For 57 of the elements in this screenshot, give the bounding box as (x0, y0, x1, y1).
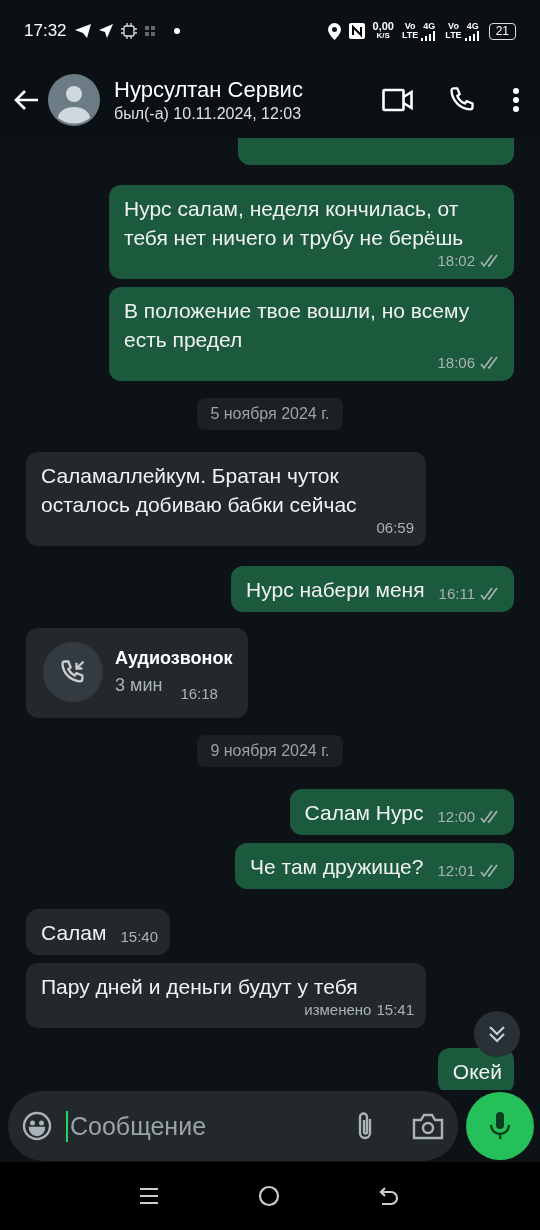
message-time: 12:00 (437, 808, 475, 826)
nfc-icon (348, 23, 365, 39)
video-camera-icon (382, 88, 414, 112)
camera-icon[interactable] (412, 1112, 444, 1140)
network-type: 4G (423, 21, 436, 31)
last-seen: был(-а) 10.11.2024, 12:03 (114, 105, 303, 123)
circle-icon (258, 1185, 280, 1207)
message-field[interactable]: Сообщение (8, 1091, 458, 1161)
message-text: Нурс салам, неделя кончилась, от тебя нет ничего и трубу не берёшь (124, 196, 465, 251)
contact-name: Нурсултан Сервис (114, 77, 304, 103)
menu-icon (139, 1186, 160, 1206)
volte-label: Vo (404, 22, 416, 31)
message-time: 16:11 (438, 585, 475, 603)
network-speed: 0,00 (372, 22, 394, 31)
lte-label: LTE (401, 31, 419, 40)
scroll-down-button[interactable] (474, 1011, 520, 1057)
message-time: 15:41 (376, 1001, 414, 1019)
date-separator: 5 ноября 2024 г. (197, 398, 343, 430)
message-text: Нурс набери меня (246, 577, 425, 603)
double-chevron-down-icon (487, 1024, 507, 1044)
message-time: 15:40 (120, 928, 158, 946)
message-time: 18:02 (437, 252, 475, 270)
message-text: Че там дружище? (250, 854, 424, 880)
message-time: 16:18 (180, 685, 218, 702)
avatar (48, 74, 100, 126)
message-time: 12:01 (437, 862, 475, 880)
call-title: Аудиозвонок (115, 648, 233, 669)
battery-level: 21 (488, 22, 516, 40)
volte-label: Vo (448, 22, 459, 31)
grid-icon (144, 26, 155, 36)
back-arrow-icon (13, 89, 39, 111)
chip-icon (120, 23, 137, 39)
navigation-icon (98, 24, 113, 38)
speed-unit: K/S (376, 31, 390, 40)
more-icon (512, 87, 520, 113)
return-arrow-icon (378, 1186, 401, 1206)
message-text: Пару дней и деньги будут у тебя (41, 974, 358, 1000)
message-text: Салам Нурс (304, 800, 424, 826)
call-duration: 3 мин (115, 675, 163, 696)
emoji-icon[interactable] (22, 1111, 52, 1141)
clock: 17:32 (24, 21, 67, 41)
message-time: 18:06 (437, 354, 475, 372)
dot-icon (172, 27, 181, 35)
message-text: В положение твое вошли, но всему есть предел (124, 298, 471, 353)
edited-label: изменено (304, 1001, 372, 1019)
message-text: Окей (452, 1059, 502, 1085)
signal-icon (421, 30, 438, 41)
lte-label: LTE (445, 31, 462, 40)
paper-plane-icon (74, 24, 91, 38)
message-text: Салам (41, 920, 107, 946)
message-text: Саламаллейкум. Братан чуток осталось добиваю бабки сейчас (41, 463, 358, 518)
microphone-icon (489, 1111, 511, 1141)
signal-icon (464, 30, 481, 41)
date-separator: 9 ноября 2024 г. (197, 735, 343, 767)
network-type: 4G (466, 21, 479, 31)
message-time: 06:59 (376, 519, 414, 537)
location-icon (327, 22, 341, 40)
